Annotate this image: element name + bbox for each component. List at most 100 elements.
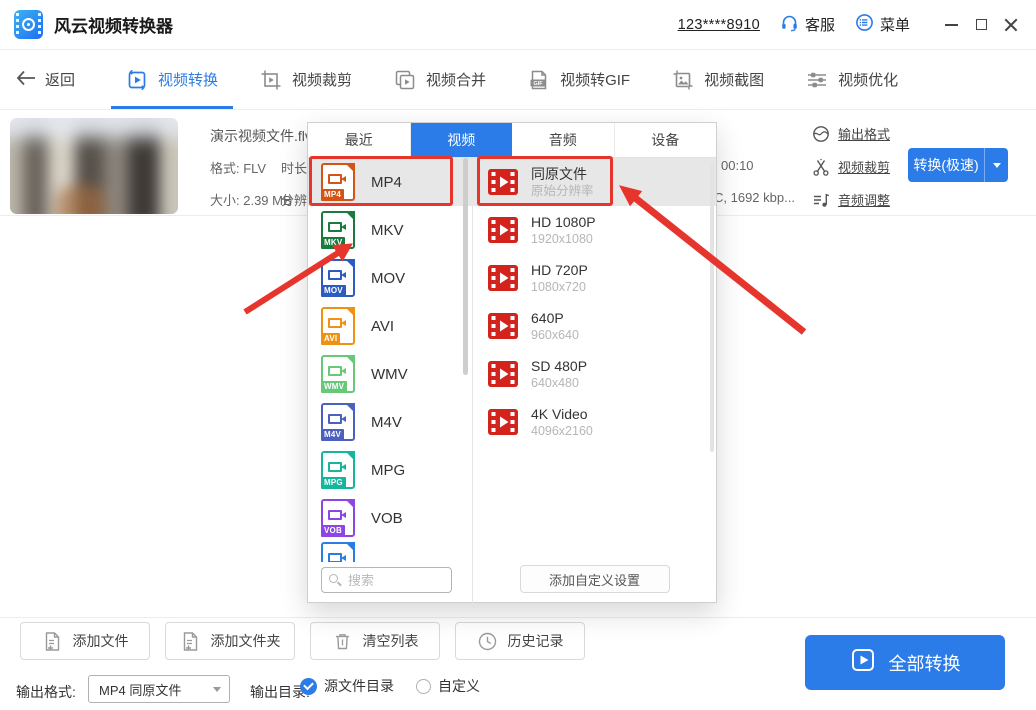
- file-name: 演示视频文件.flv: [210, 126, 312, 146]
- convert-fast-button[interactable]: 转换(极速): [908, 148, 1008, 182]
- format-popup-tabs: 最近视频音频设备: [308, 123, 716, 158]
- format-list-panel: MP4 MP4 MKV MKV MOV MOV AVI AVI WMV WMV …: [308, 158, 473, 603]
- trim-icon: [260, 69, 282, 91]
- titlebar: 风云视频转换器 123****8910 客服 菜单: [0, 0, 1036, 50]
- video-file-icon: AVI: [321, 307, 355, 345]
- bottom-divider: [0, 617, 1036, 618]
- back-button[interactable]: 返回: [16, 50, 75, 109]
- format-option-wmv[interactable]: WMV WMV: [308, 350, 472, 398]
- resolution-option-hd-720p[interactable]: HD 720P1080x720: [473, 254, 716, 302]
- popup-tab-video[interactable]: 视频: [411, 123, 513, 157]
- popup-tab-audio[interactable]: 音频: [512, 123, 615, 157]
- film-icon: [488, 217, 518, 243]
- popup-tab-device[interactable]: 设备: [615, 123, 717, 157]
- add-file-icon: [42, 631, 63, 652]
- add-file-button[interactable]: 添加文件: [20, 622, 150, 660]
- trash-icon: [332, 631, 353, 652]
- clear-list-button[interactable]: 清空列表: [310, 622, 440, 660]
- add-folder-button[interactable]: 添加文件夹: [165, 622, 295, 660]
- video-thumbnail[interactable]: [10, 118, 178, 214]
- format-option-mpg[interactable]: MPG MPG: [308, 446, 472, 494]
- tab-video-trim[interactable]: 视频裁剪: [239, 50, 373, 109]
- video-file-icon: MOV: [321, 259, 355, 297]
- convert-dropdown-button[interactable]: [984, 148, 1008, 182]
- file-action-audio-adjust[interactable]: 音频调整: [812, 190, 890, 209]
- history-button[interactable]: 历史记录: [455, 622, 585, 660]
- output-dir-options: 源文件目录 自定义: [300, 676, 480, 696]
- video-file-icon: MP4: [321, 163, 355, 201]
- play-square-icon: [850, 647, 876, 678]
- tab-label: 视频截图: [704, 69, 764, 90]
- video-file-icon: M4V: [321, 403, 355, 441]
- format-option-vob[interactable]: VOB VOB: [308, 494, 472, 542]
- history-icon: [477, 631, 498, 652]
- resolution-option-sd-480p[interactable]: SD 480P640x480: [473, 350, 716, 398]
- file-size: 大小: 2.39 MB: [210, 190, 292, 209]
- video-file-icon: WMV: [321, 355, 355, 393]
- format-popup: 最近视频音频设备 MP4 MP4 MKV MKV MOV MOV AVI AVI…: [307, 122, 717, 603]
- file-duration-value: 00:10: [721, 158, 754, 173]
- close-icon: [1004, 18, 1018, 32]
- customer-service-button[interactable]: 客服: [780, 13, 835, 36]
- file-format: 格式: FLV: [210, 158, 266, 177]
- format-option-mov[interactable]: MOV MOV: [308, 254, 472, 302]
- output-format-select[interactable]: MP4 同原文件: [88, 675, 230, 703]
- format-option-next-partial[interactable]: [308, 542, 472, 562]
- radio-custom-dir[interactable]: 自定义: [416, 676, 480, 696]
- back-arrow-icon: [16, 70, 36, 90]
- tab-video-convert[interactable]: 视频转换: [105, 50, 239, 109]
- account-link[interactable]: 123****8910: [678, 17, 760, 33]
- format-option-avi[interactable]: AVI AVI: [308, 302, 472, 350]
- thumbnail-blur-image: [10, 118, 178, 214]
- tab-label: 视频转换: [158, 69, 218, 90]
- format-option-mp4[interactable]: MP4 MP4: [308, 158, 472, 206]
- menu-button[interactable]: 菜单: [855, 13, 910, 36]
- file-action-output-format[interactable]: 输出格式: [812, 124, 890, 143]
- format-list-scrollbar[interactable]: [463, 158, 468, 375]
- file-resolution-label-fragment: 分辨: [281, 190, 307, 209]
- search-icon: [329, 574, 338, 583]
- film-icon: [488, 169, 518, 195]
- minimize-button[interactable]: [936, 10, 966, 40]
- film-icon: [488, 265, 518, 291]
- resolution-option-hd-1080p[interactable]: HD 1080P1920x1080: [473, 206, 716, 254]
- video-file-icon: [321, 542, 355, 562]
- tab-video-merge[interactable]: 视频合并: [373, 50, 507, 109]
- tab-label: 视频合并: [426, 69, 486, 90]
- format-option-mkv[interactable]: MKV MKV: [308, 206, 472, 254]
- resolution-option-640p[interactable]: 640P960x640: [473, 302, 716, 350]
- headset-icon: [780, 13, 799, 36]
- maximize-icon: [976, 19, 987, 30]
- tab-video-to-gif[interactable]: GIF 视频转GIF: [507, 50, 651, 109]
- video-file-icon: MKV: [321, 211, 355, 249]
- film-icon: [488, 313, 518, 339]
- radio-checked-icon: [300, 678, 317, 695]
- file-duration-label-fragment: 时长: [281, 158, 307, 177]
- nav-tabs: 视频转换 视频裁剪 视频合并 GIF 视频转GIF 视频截图 视频优化: [105, 50, 919, 109]
- resolution-option-same-as-source[interactable]: 同原文件原始分辨率: [473, 158, 716, 206]
- convert-icon: [126, 69, 148, 91]
- tab-video-screenshot[interactable]: 视频截图: [651, 50, 785, 109]
- tab-label: 视频裁剪: [292, 69, 352, 90]
- gif-icon: GIF: [528, 69, 550, 91]
- radio-source-dir[interactable]: 源文件目录: [300, 676, 394, 696]
- close-button[interactable]: [996, 10, 1026, 40]
- navbar: 返回 视频转换 视频裁剪 视频合并 GIF 视频转GIF 视频截图 视频优化: [0, 50, 1036, 110]
- optimize-icon: [806, 69, 828, 91]
- file-bitrate-value: C, 1692 kbp...: [714, 190, 795, 205]
- add-folder-icon: [180, 631, 201, 652]
- maximize-button[interactable]: [966, 10, 996, 40]
- resolution-list-scrollbar[interactable]: [710, 162, 714, 452]
- format-search-input[interactable]: [321, 567, 452, 593]
- popup-tab-recent[interactable]: 最近: [308, 123, 411, 157]
- convert-all-button[interactable]: 全部转换: [805, 635, 1005, 690]
- merge-icon: [394, 69, 416, 91]
- tab-video-optimize[interactable]: 视频优化: [785, 50, 919, 109]
- video-file-icon: VOB: [321, 499, 355, 537]
- resolution-option-4k-video[interactable]: 4K Video4096x2160: [473, 398, 716, 446]
- add-custom-setting-button[interactable]: 添加自定义设置: [520, 565, 670, 593]
- app-title: 风云视频转换器: [54, 12, 173, 37]
- format-option-m4v[interactable]: M4V M4V: [308, 398, 472, 446]
- svg-text:GIF: GIF: [533, 81, 543, 87]
- file-action-video-trim[interactable]: 视频裁剪: [812, 157, 890, 176]
